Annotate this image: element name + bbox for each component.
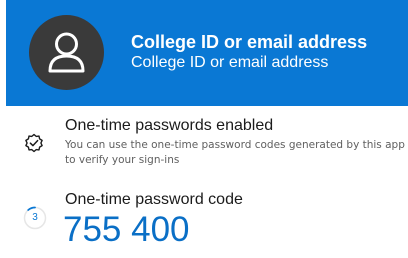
person-icon — [48, 32, 85, 73]
account-name: College ID or email address — [131, 32, 368, 52]
badge-check-icon — [25, 133, 43, 153]
otp-code-label: One-time password code — [65, 191, 243, 208]
countdown-timer: 3 — [23, 206, 47, 230]
otp-enabled-title: One-time passwords enabled — [65, 117, 274, 134]
countdown-seconds: 3 — [32, 212, 38, 223]
account-email: College ID or email address — [131, 54, 329, 71]
account-header[interactable]: College ID or email address College ID o… — [6, 0, 408, 106]
otp-enabled-description: You can use the one-time password codes … — [65, 139, 405, 166]
avatar — [29, 15, 104, 90]
otp-code-value[interactable]: 755 400 — [63, 210, 190, 250]
